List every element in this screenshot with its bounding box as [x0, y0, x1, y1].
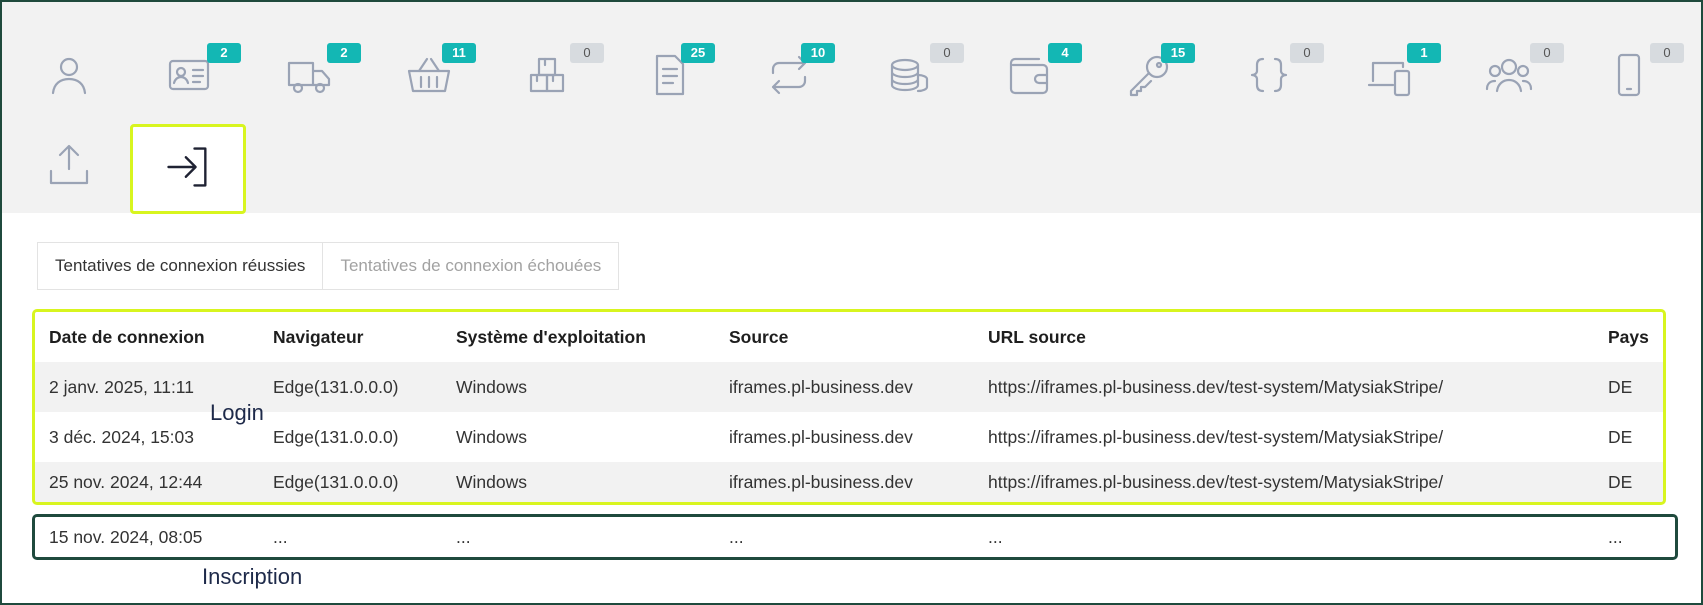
tab-payments[interactable]: 0 — [854, 32, 964, 122]
users-icon — [1485, 51, 1533, 103]
tab-mobile[interactable]: 0 — [1574, 32, 1684, 122]
badge-orders: 11 — [442, 43, 476, 63]
cell-source: ... — [729, 526, 744, 547]
tab-team[interactable]: 0 — [1454, 32, 1564, 122]
login-icon — [162, 141, 214, 197]
badge-subscriptions: 10 — [801, 43, 835, 63]
tab-devices[interactable]: 1 — [1334, 32, 1444, 122]
tab-licenses[interactable]: 15 — [1094, 32, 1204, 122]
login-highlight-box — [32, 309, 1666, 505]
tab-logins[interactable] — [130, 124, 246, 214]
cell-country: ... — [1608, 526, 1623, 547]
tab-profile[interactable] — [14, 32, 124, 122]
badge-team: 0 — [1530, 43, 1564, 63]
badge-api: 0 — [1290, 43, 1324, 63]
upload-icon — [45, 141, 93, 193]
devices-icon — [1365, 51, 1413, 103]
badge-identity: 2 — [207, 43, 241, 63]
registration-row: 15 nov. 2024, 08:05 ... ... ... ... ... — [35, 517, 1663, 557]
badge-invoices: 25 — [681, 43, 715, 63]
screenshot-frame: 2 2 11 0 25 10 0 4 15 0 1 0 0 Tentatives… — [0, 0, 1703, 605]
braces-icon — [1245, 51, 1293, 103]
tab-invoices[interactable]: 25 — [614, 32, 724, 122]
cell-date: 15 nov. 2024, 08:05 — [49, 526, 203, 547]
coins-icon — [885, 51, 933, 103]
badge-shipping: 2 — [327, 43, 361, 63]
smartphone-icon — [1605, 51, 1653, 103]
cell-source-url: ... — [988, 526, 1003, 547]
tab-subscriptions[interactable]: 10 — [734, 32, 844, 122]
tab-failed-logins[interactable]: Tentatives de connexion échouées — [323, 242, 620, 290]
tab-successful-logins[interactable]: Tentatives de connexion réussies — [37, 242, 324, 290]
annotation-login: Login — [210, 400, 264, 425]
tab-orders[interactable]: 11 — [374, 32, 484, 122]
user-icon — [45, 51, 93, 103]
tab-api[interactable]: 0 — [1214, 32, 1324, 122]
icon-tab-bar: 2 2 11 0 25 10 0 4 15 0 1 0 0 — [2, 2, 1701, 214]
tab-identity[interactable]: 2 — [134, 32, 244, 122]
annotation-registration: Inscription — [202, 564, 303, 589]
badge-licenses: 15 — [1161, 43, 1195, 63]
badge-devices: 1 — [1407, 43, 1441, 63]
badge-mobile: 0 — [1650, 43, 1684, 63]
cell-os: ... — [456, 526, 471, 547]
tab-export[interactable] — [14, 122, 124, 212]
badge-products: 0 — [570, 43, 604, 63]
badge-payments: 0 — [930, 43, 964, 63]
tab-wallet[interactable]: 4 — [974, 32, 1084, 122]
cell-browser: ... — [273, 526, 288, 547]
tab-shipping[interactable]: 2 — [254, 32, 364, 122]
tab-products[interactable]: 0 — [494, 32, 604, 122]
id-card-icon — [165, 51, 213, 103]
login-attempts-tabs: Tentatives de connexion réussies Tentati… — [37, 242, 620, 290]
truck-icon — [285, 51, 333, 103]
badge-wallet: 4 — [1048, 43, 1082, 63]
boxes-icon — [525, 51, 573, 103]
wallet-icon — [1005, 51, 1053, 103]
